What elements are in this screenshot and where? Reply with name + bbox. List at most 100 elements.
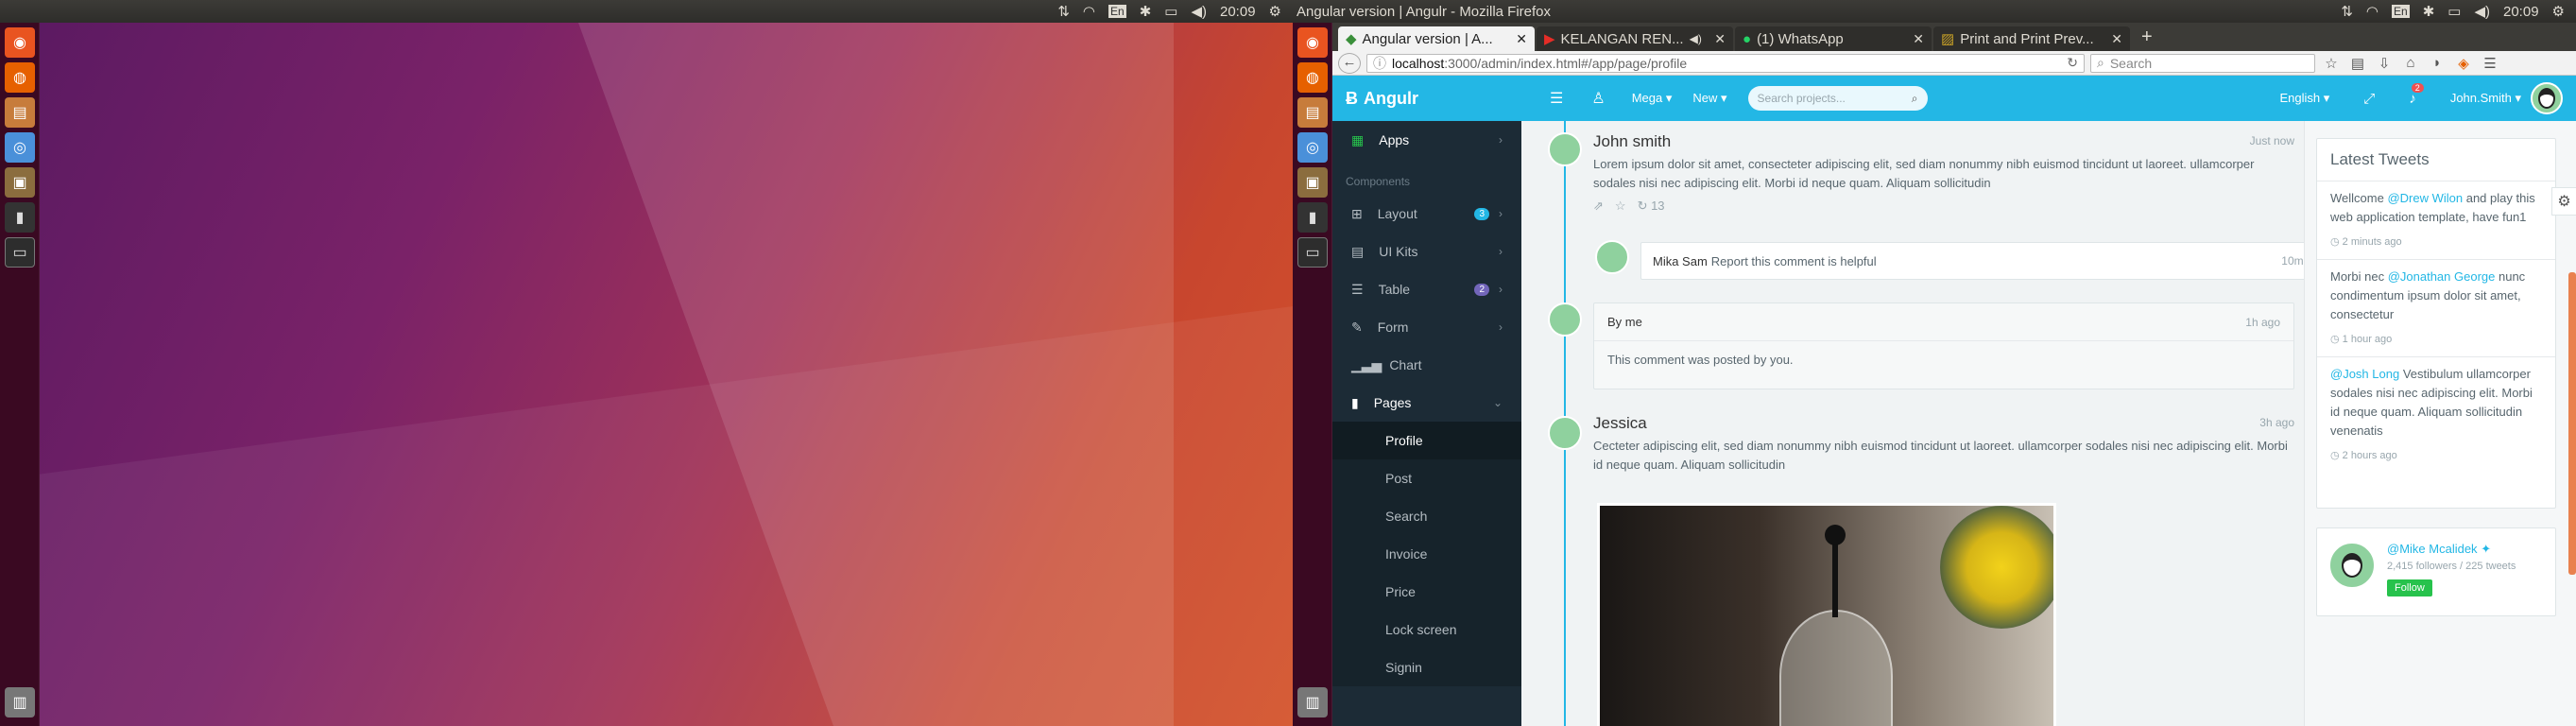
- sidebar-toggle-icon[interactable]: ☰: [1550, 89, 1563, 108]
- firefox-icon[interactable]: ◍: [1297, 62, 1328, 93]
- chrome-icon[interactable]: ◎: [1297, 132, 1328, 163]
- language-select[interactable]: English ▾: [2280, 91, 2330, 106]
- transfer-icon[interactable]: ⇅: [2341, 3, 2353, 20]
- chrome-icon[interactable]: ◎: [5, 132, 35, 163]
- reply-action[interactable]: ↻ 13: [1638, 199, 1665, 214]
- sidebar-subitem-post[interactable]: Post: [1332, 459, 1521, 497]
- files-icon[interactable]: ▤: [5, 97, 35, 128]
- extension-icon[interactable]: ◈: [2453, 55, 2474, 72]
- post-author[interactable]: Jessica: [1593, 414, 2294, 433]
- sidebar-item-layout[interactable]: ⊞ Layout 3 ›: [1332, 195, 1521, 233]
- comment-author[interactable]: Mika Sam: [1653, 254, 1708, 268]
- close-icon[interactable]: ✕: [1714, 31, 1726, 47]
- url-bar[interactable]: ⓘ localhost:3000/admin/index.html#/app/p…: [1366, 53, 2085, 73]
- image-viewer-icon[interactable]: ▣: [1297, 167, 1328, 198]
- sidebar-item-form[interactable]: ✎ Form ›: [1332, 308, 1521, 346]
- follow-button[interactable]: Follow: [2387, 579, 2432, 596]
- pocket-icon[interactable]: ◗: [2427, 55, 2447, 71]
- avatar[interactable]: [1548, 302, 1582, 337]
- close-icon[interactable]: ✕: [1913, 31, 1924, 47]
- new-tab-button[interactable]: +: [2132, 26, 2162, 51]
- profile-handle[interactable]: @Mike Mcalidek ✦: [2387, 542, 2516, 557]
- settings-gear-icon[interactable]: ⚙: [1269, 3, 1281, 20]
- terminal-icon[interactable]: ▭: [5, 237, 35, 268]
- sidebar-subitem-search[interactable]: Search: [1332, 497, 1521, 535]
- post-photo[interactable]: [1597, 503, 2056, 726]
- terminal-icon[interactable]: ▭: [1297, 237, 1328, 268]
- clock[interactable]: 20:09: [2503, 4, 2539, 20]
- sidebar-subitem-invoice[interactable]: Invoice: [1332, 535, 1521, 573]
- usb-icon[interactable]: ▮: [1297, 202, 1328, 233]
- transfer-icon[interactable]: ⇅: [1057, 3, 1070, 20]
- keyboard-indicator[interactable]: En: [1108, 5, 1126, 18]
- sidebar-item-pages[interactable]: ▮ Pages ⌄: [1332, 384, 1521, 422]
- sidebar-item-apps[interactable]: ▦ Apps ›: [1332, 121, 1521, 159]
- user-menu[interactable]: John.Smith ▾: [2450, 91, 2521, 106]
- clock[interactable]: 20:09: [1220, 4, 1256, 20]
- sidebar-subitem-price[interactable]: Price: [1332, 573, 1521, 611]
- share-icon[interactable]: ⇗: [1593, 199, 1604, 214]
- volume-icon[interactable]: ◀): [1191, 3, 1207, 20]
- trash-icon[interactable]: ▥: [1297, 687, 1328, 717]
- post-author[interactable]: John smith: [1593, 132, 2294, 151]
- info-icon[interactable]: ⓘ: [1373, 54, 1386, 73]
- user-outline-icon[interactable]: ♙: [1591, 89, 1605, 108]
- speaker-icon[interactable]: ◀): [1690, 32, 1702, 45]
- sidebar-item-ui-kits[interactable]: ▤ UI Kits ›: [1332, 233, 1521, 270]
- brand[interactable]: Ƀ Angulr: [1332, 76, 1521, 121]
- dash-icon[interactable]: ◉: [5, 27, 35, 58]
- settings-toggle[interactable]: ⚙: [2551, 187, 2576, 216]
- bell-icon[interactable]: ♪ 2: [2409, 82, 2424, 107]
- menu-new[interactable]: New ▾: [1692, 91, 1726, 106]
- search-icon[interactable]: ⌕: [1912, 92, 1918, 106]
- search-bar[interactable]: ⌕ Search: [2090, 53, 2315, 73]
- battery-icon[interactable]: ▭: [2447, 3, 2461, 20]
- back-icon[interactable]: ←: [1338, 52, 1361, 74]
- keyboard-indicator[interactable]: En: [2392, 5, 2410, 18]
- avatar[interactable]: [2328, 542, 2376, 589]
- battery-icon[interactable]: ▭: [1164, 3, 1177, 20]
- home-icon[interactable]: ⌂: [2400, 55, 2421, 71]
- files-icon[interactable]: ▤: [1297, 97, 1328, 128]
- wifi-icon[interactable]: ◠: [1083, 3, 1095, 20]
- menu-icon[interactable]: ☰: [2480, 55, 2500, 72]
- fullscreen-icon[interactable]: ⤢: [2363, 91, 2375, 107]
- tab-whatsapp[interactable]: ● (1) WhatsApp ✕: [1735, 26, 1932, 51]
- star-icon[interactable]: ☆: [1615, 199, 1626, 214]
- image-viewer-icon[interactable]: ▣: [5, 167, 35, 198]
- reading-list-icon[interactable]: ▤: [2347, 55, 2368, 72]
- wifi-icon[interactable]: ◠: [2366, 3, 2379, 20]
- sidebar-subitem-signin[interactable]: Signin: [1332, 648, 1521, 686]
- avatar[interactable]: [1548, 132, 1582, 166]
- firefox-icon[interactable]: ◍: [5, 62, 35, 93]
- download-icon[interactable]: ⇩: [2374, 55, 2395, 72]
- sidebar-subitem-profile[interactable]: Profile: [1332, 422, 1521, 459]
- sidebar-item-table[interactable]: ☰ Table 2 ›: [1332, 270, 1521, 308]
- settings-gear-icon[interactable]: ⚙: [2552, 3, 2565, 20]
- bluetooth-icon[interactable]: ✱: [2423, 3, 2435, 20]
- bookmark-star-icon[interactable]: ☆: [2321, 55, 2342, 72]
- avatar[interactable]: [1548, 416, 1582, 450]
- search-input[interactable]: Search projects...: [1758, 92, 1846, 105]
- sidebar-item-chart[interactable]: ▁▃▅ Chart: [1332, 346, 1521, 384]
- scrollbar[interactable]: [2568, 272, 2576, 575]
- comment-author[interactable]: By me: [1607, 315, 1642, 329]
- dash-icon[interactable]: ◉: [1297, 27, 1328, 58]
- tweet-mention[interactable]: @Drew Wilon: [2387, 191, 2463, 205]
- sidebar-subitem-lock-screen[interactable]: Lock screen: [1332, 611, 1521, 648]
- project-search[interactable]: Search projects... ⌕: [1747, 86, 1928, 111]
- trash-icon[interactable]: ▥: [5, 687, 35, 717]
- tweet-mention[interactable]: @Josh Long: [2330, 367, 2399, 381]
- reload-icon[interactable]: ↻: [2067, 55, 2078, 71]
- close-icon[interactable]: ✕: [2111, 31, 2122, 47]
- header-avatar[interactable]: [2531, 82, 2563, 114]
- bluetooth-icon[interactable]: ✱: [1140, 3, 1152, 20]
- volume-icon[interactable]: ◀): [2474, 3, 2490, 20]
- close-icon[interactable]: ✕: [1516, 31, 1527, 47]
- tab-print[interactable]: ▨ Print and Print Prev... ✕: [1933, 26, 2130, 51]
- usb-icon[interactable]: ▮: [5, 202, 35, 233]
- tab-youtube[interactable]: ▶ KELANGAN REN... ◀) ✕: [1537, 26, 1733, 51]
- tweet-mention[interactable]: @Jonathan George: [2388, 269, 2496, 284]
- tab-angular[interactable]: ◆ Angular version | A... ✕: [1338, 26, 1535, 51]
- avatar[interactable]: [1595, 240, 1629, 274]
